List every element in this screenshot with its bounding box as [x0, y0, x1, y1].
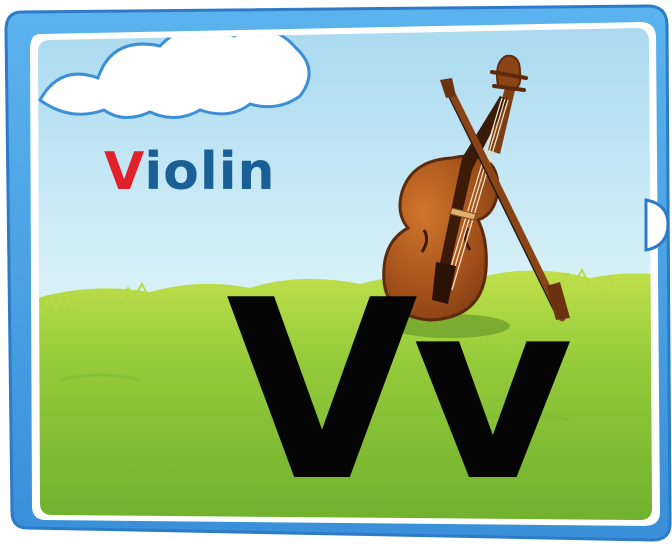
word-first-letter: V [104, 142, 145, 202]
letter-uppercase: V [226, 248, 418, 536]
alphabet-flashcard: Violin Vv [0, 0, 672, 551]
word-rest: iolin [144, 142, 276, 202]
letter-pair: Vv [226, 268, 574, 516]
letter-lowercase: v [411, 248, 574, 536]
word-label: Violin [104, 146, 276, 198]
